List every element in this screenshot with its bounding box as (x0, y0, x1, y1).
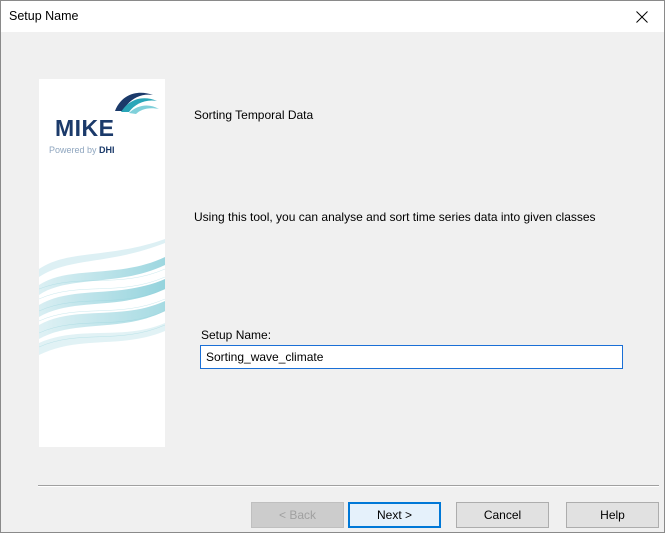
cancel-button[interactable]: Cancel (456, 502, 549, 528)
product-banner: MIKE Powered by DHI (39, 79, 165, 447)
footer-separator (38, 485, 659, 487)
close-icon (636, 10, 648, 23)
window-title: Setup Name (9, 9, 79, 23)
decorative-waves (39, 239, 165, 355)
setup-name-label: Setup Name: (201, 328, 272, 342)
intro-description: Using this tool, you can analyse and sor… (194, 210, 596, 224)
setup-name-input[interactable] (200, 345, 623, 369)
logo-wordmark: MIKE (55, 115, 115, 141)
help-button[interactable]: Help (566, 502, 659, 528)
back-button[interactable]: < Back (251, 502, 344, 528)
mike-logo: MIKE Powered by DHI (45, 85, 165, 165)
title-bar: Setup Name (1, 1, 664, 32)
intro-title: Sorting Temporal Data (194, 108, 314, 122)
dhi-brand: DHI (99, 145, 115, 155)
close-button[interactable] (620, 1, 664, 32)
powered-by-text: Powered by DHI (49, 145, 115, 155)
setup-name-dialog: Setup Name MIKE Powered by DHI Sorting T… (0, 0, 665, 533)
next-button[interactable]: Next > (348, 502, 441, 528)
